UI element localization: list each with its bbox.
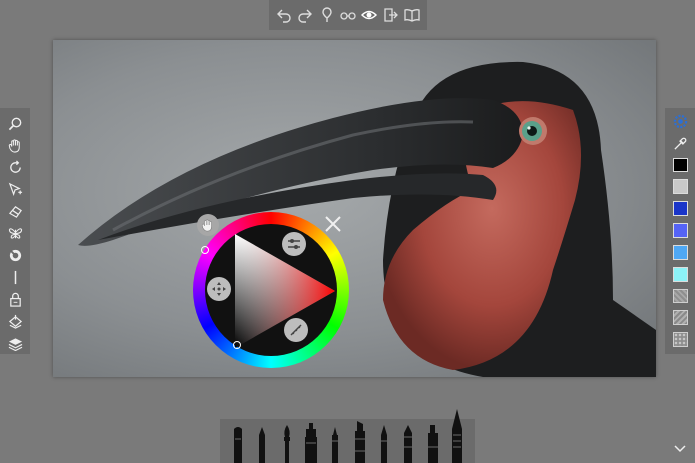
color-swatch-periwinkle[interactable] [672,223,688,238]
rotate-icon [9,160,21,174]
left-toolbar [0,108,30,354]
pin-button[interactable] [318,6,336,24]
wheel-ruler-button[interactable] [284,318,308,342]
pan-tool[interactable] [4,135,26,157]
hornbill-painting [78,61,656,377]
ruler-tool[interactable] [4,266,26,288]
brush-marker[interactable] [302,423,320,463]
pin-icon [321,7,332,22]
glasses-icon [340,12,356,20]
book-button[interactable] [403,6,421,24]
book-icon [404,9,420,22]
airbrush-icon [451,409,462,463]
export-button[interactable] [382,6,400,24]
marker-icon [305,423,318,463]
wheel-grab-button[interactable] [197,214,219,236]
pencil-icon [234,427,243,463]
eye-icon [361,10,378,20]
brush-fountain-pen[interactable] [399,425,417,463]
diagonal-ruler-icon [290,324,302,336]
texture-swatch-2[interactable] [672,310,688,326]
chevron-down-icon [674,445,686,453]
brush-fine-pen[interactable] [375,425,393,463]
undo-icon [276,9,291,23]
fill-tool[interactable] [4,310,26,332]
stencil-icon [9,249,21,262]
chisel-marker-icon [427,425,438,463]
undo-button[interactable] [275,6,293,24]
close-icon [325,216,341,232]
smudge-icon [8,206,22,219]
hand-icon [201,219,212,232]
brush-paintbrush[interactable] [278,425,296,463]
highlighter-icon [354,421,365,463]
brush-technical-pen[interactable] [326,427,344,463]
saturation-indicator[interactable] [233,341,241,349]
texture-swatch-1[interactable] [672,288,688,304]
color-swatch-black[interactable] [672,157,688,173]
technical-pen-icon [332,427,339,463]
top-toolbar [269,0,427,30]
wheel-sliders-button[interactable] [282,232,306,256]
close-wheel-button[interactable] [321,212,345,236]
color-settings-button[interactable] [672,114,688,130]
redo-button[interactable] [296,6,314,24]
texture-swatch-3[interactable] [672,332,688,348]
fill-icon [8,314,22,329]
settings-icon [673,115,687,129]
color-swatch-sky-blue[interactable] [672,244,688,260]
magnifier-icon [8,118,21,131]
brush-pencil[interactable] [229,425,247,463]
zoom-tool[interactable] [4,113,26,135]
glasses-button[interactable] [339,6,357,24]
lock-tool[interactable] [4,288,26,310]
color-swatch-light-gray[interactable] [672,179,688,195]
smudge-tool[interactable] [4,201,26,223]
wheel-move-button[interactable] [207,277,231,301]
layers-tool[interactable] [4,332,26,354]
move-arrows-icon [212,282,226,296]
select-arrow-icon [8,182,22,197]
sliders-icon [288,239,300,249]
eyedropper-button[interactable] [672,136,688,152]
color-swatch-royal-blue[interactable] [672,201,688,217]
right-toolbar [665,108,695,354]
hue-indicator[interactable] [201,246,209,254]
redo-icon [298,9,313,23]
eyedropper-icon [673,137,686,150]
brush-airbrush[interactable] [448,409,466,463]
export-icon [384,8,398,22]
brush-toolbar [220,409,475,463]
ruler-icon [14,270,16,284]
drawing-canvas[interactable] [53,40,656,377]
brush-highlighter[interactable] [351,421,369,463]
fine-pen-icon [380,425,387,463]
lock-icon [9,292,21,307]
select-tool[interactable] [4,179,26,201]
fountain-pen-icon [404,425,413,463]
eye-button[interactable] [360,6,378,24]
rotate-tool[interactable] [4,157,26,179]
hand-icon [8,139,20,153]
color-swatch-cyan[interactable] [672,266,688,282]
brush-chisel-marker[interactable] [424,425,442,463]
collapse-button[interactable] [673,441,687,455]
symmetry-tool[interactable] [4,223,26,245]
stencil-tool[interactable] [4,244,26,266]
pen-icon [259,427,266,463]
butterfly-icon [8,228,22,239]
layers-icon [8,337,22,351]
brush-pen[interactable] [253,427,271,463]
paintbrush-icon [283,425,290,463]
